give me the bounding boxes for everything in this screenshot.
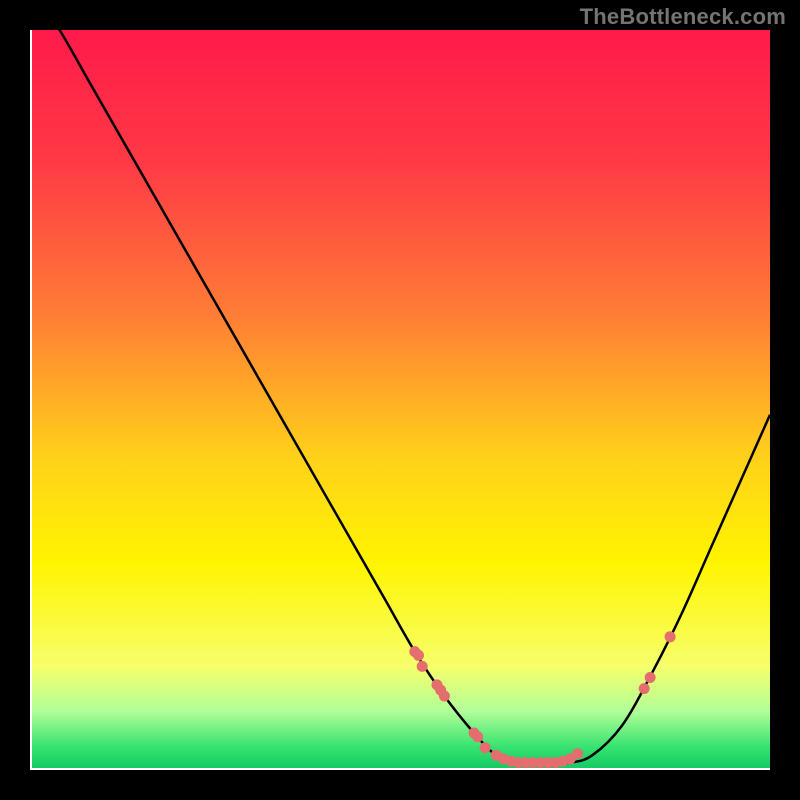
chart-container: TheBottleneck.com [0,0,800,800]
data-marker [645,672,656,683]
data-marker [472,731,483,742]
data-marker [439,691,450,702]
data-marker [417,661,428,672]
data-marker [413,650,424,661]
data-marker [572,748,583,759]
y-axis-line [30,30,32,770]
data-marker [665,631,676,642]
data-marker [480,742,491,753]
watermark-text: TheBottleneck.com [580,4,786,30]
data-marker [639,683,650,694]
x-axis-line [30,768,770,770]
bottleneck-chart [30,30,770,770]
